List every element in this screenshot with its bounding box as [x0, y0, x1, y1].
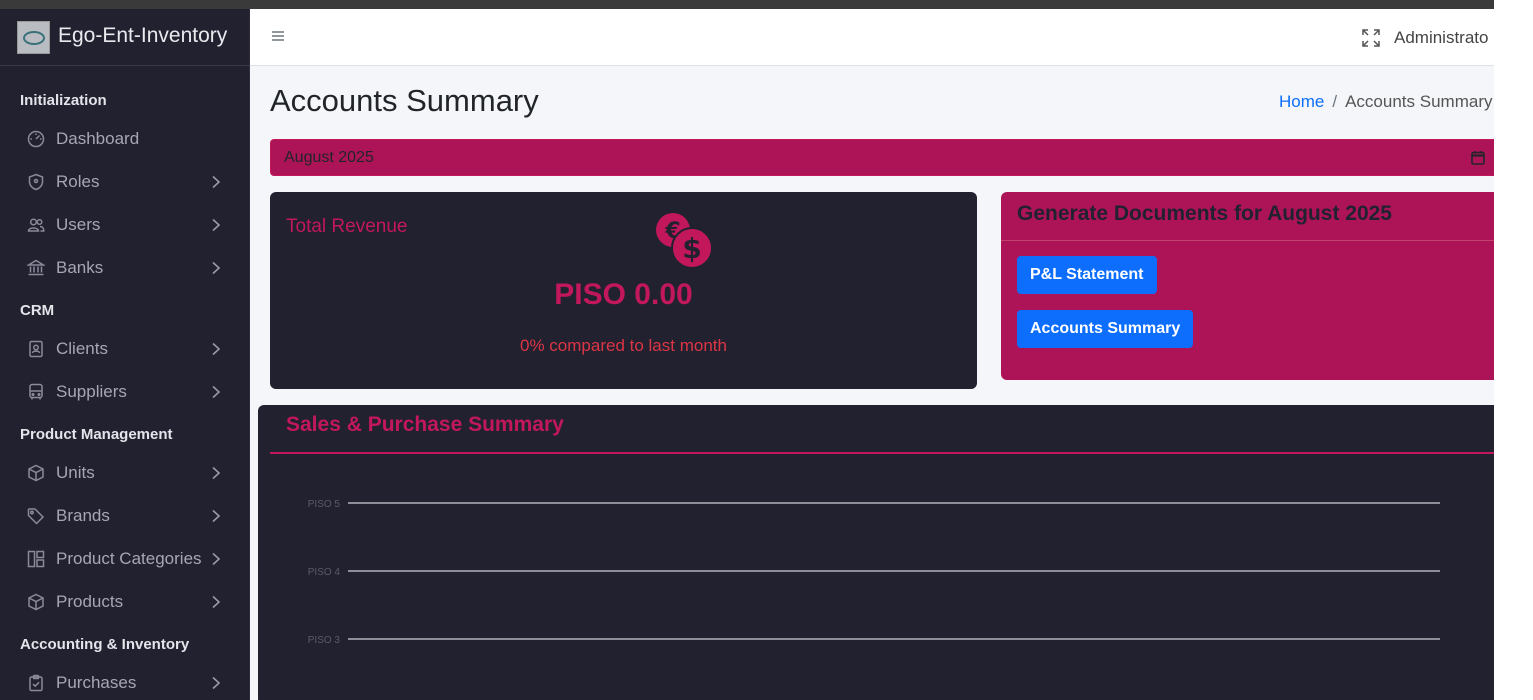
breadcrumb: Home / Accounts Summary: [1279, 92, 1492, 112]
breadcrumb-home-link[interactable]: Home: [1279, 92, 1324, 111]
nav-header-crm: CRM: [20, 302, 55, 319]
sidebar: Ego-Ent-Inventory Initialization Dashboa…: [0, 9, 250, 700]
nav-header-accounting-inventory: Accounting & Inventory: [20, 636, 190, 653]
sidebar-item-label: Clients: [56, 339, 108, 358]
svg-text:$: $: [682, 232, 701, 265]
sidebar-item-label: Product Categories: [56, 549, 202, 568]
clipboard-check-icon: [27, 674, 45, 692]
sidebar-item-label: Dashboard: [56, 129, 140, 148]
chevron-right-icon: [210, 218, 222, 232]
total-revenue-title: Total Revenue: [286, 216, 408, 237]
month-picker-input[interactable]: August 2025: [270, 139, 1500, 176]
y-tick-label: PISO 5: [308, 499, 341, 510]
chevron-right-icon: [210, 175, 222, 189]
sidebar-item-label: Brands: [56, 506, 110, 525]
sidebar-item-banks[interactable]: Banks: [20, 250, 234, 286]
top-navbar: Administrato: [250, 9, 1494, 66]
chevron-right-icon: [210, 261, 222, 275]
brand-name: Ego-Ent-Inventory: [58, 24, 228, 47]
nav-header-initialization: Initialization: [20, 92, 107, 109]
dashboard-icon: [27, 130, 45, 148]
total-revenue-amount: PISO 0.00: [554, 278, 693, 311]
contact-card-icon: [27, 340, 45, 358]
sidebar-item-clients[interactable]: Clients: [20, 331, 234, 367]
y-tick-label: PISO 3: [308, 635, 341, 646]
y-tick-label: PISO 4: [308, 567, 341, 578]
sidebar-item-label: Users: [56, 215, 101, 234]
revenue-comparison-text: 0% compared to last month: [520, 336, 727, 355]
sidebar-item-units[interactable]: Units: [20, 455, 234, 491]
shield-icon: [27, 173, 45, 191]
sidebar-item-product-categories[interactable]: Product Categories: [20, 541, 234, 577]
chevron-right-icon: [210, 466, 222, 480]
breadcrumb-current: Accounts Summary: [1345, 92, 1493, 111]
breadcrumb-separator: /: [1332, 92, 1338, 111]
card-divider: [270, 452, 1503, 454]
fullscreen-icon[interactable]: [1361, 28, 1381, 48]
browser-top-strip: [0, 0, 1494, 9]
box-icon: [27, 593, 45, 611]
nav-header-product-management: Product Management: [20, 426, 173, 443]
generate-documents-title: Generate Documents for August 2025: [1017, 202, 1392, 225]
brand[interactable]: Ego-Ent-Inventory: [0, 9, 250, 66]
chevron-right-icon: [210, 552, 222, 566]
chevron-right-icon: [210, 385, 222, 399]
user-menu[interactable]: Administrato: [1394, 28, 1488, 48]
bank-icon: [25, 259, 47, 277]
app-root: Ego-Ent-Inventory Initialization Dashboa…: [0, 0, 1533, 700]
chevron-right-icon: [210, 676, 222, 690]
currency-coins-icon: € $: [655, 212, 715, 270]
users-icon: [27, 216, 45, 234]
chevron-right-icon: [210, 509, 222, 523]
chevron-right-icon: [210, 342, 222, 356]
sidebar-item-products[interactable]: Products: [20, 584, 234, 620]
tag-icon: [27, 507, 45, 525]
sidebar-item-label: Products: [56, 592, 124, 611]
sidebar-item-label: Banks: [56, 258, 104, 277]
accounts-summary-button[interactable]: Accounts Summary: [1017, 310, 1194, 348]
sidebar-item-label: Purchases: [56, 673, 137, 692]
sidebar-item-label: Units: [56, 463, 95, 482]
page-right-margin: [1494, 0, 1533, 700]
calendar-icon[interactable]: [1471, 150, 1485, 165]
brand-logo: [17, 21, 50, 54]
month-picker-value: August 2025: [284, 149, 374, 166]
total-revenue-card: Total Revenue € $ PISO 0.00 0% compared …: [270, 192, 977, 389]
sales-purchase-chart: PISO 5 PISO 4 PISO 3: [308, 499, 1440, 646]
generate-documents-card: Generate Documents for August 2025 P&L S…: [1001, 192, 1501, 380]
main-content: Accounts Summary Home / Accounts Summary A…: [250, 66, 1503, 700]
sales-purchase-summary-title: Sales & Purchase Summary: [286, 413, 564, 436]
hamburger-menu-icon[interactable]: [271, 29, 285, 43]
box-icon: [27, 464, 45, 482]
sales-purchase-summary-card: Sales & Purchase Summary PISO 5 PISO 4 PIS…: [258, 405, 1503, 700]
pl-statement-button[interactable]: P&L Statement: [1017, 256, 1157, 294]
category-icon: [27, 550, 45, 568]
sidebar-item-dashboard[interactable]: Dashboard: [20, 121, 234, 157]
bus-icon: [27, 383, 45, 401]
chevron-right-icon: [210, 595, 222, 609]
sidebar-item-brands[interactable]: Brands: [20, 498, 234, 534]
sidebar-item-roles[interactable]: Roles: [20, 164, 234, 200]
page-title: Accounts Summary: [270, 83, 539, 118]
sidebar-item-label: Suppliers: [56, 382, 127, 401]
sidebar-item-purchases[interactable]: Purchases: [20, 665, 234, 700]
sidebar-item-label: Roles: [56, 172, 100, 191]
sidebar-item-users[interactable]: Users: [20, 207, 234, 243]
card-divider: [1001, 240, 1501, 241]
sidebar-item-suppliers[interactable]: Suppliers: [20, 374, 234, 410]
